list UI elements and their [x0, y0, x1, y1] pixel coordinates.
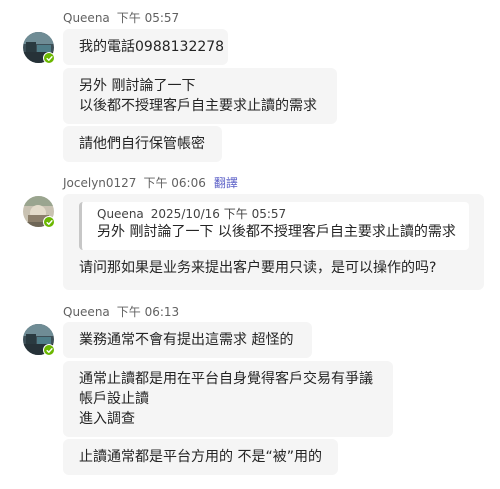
message-text: 止讀通常都是平台方用的 不是“被”用的	[79, 449, 322, 465]
presence-available-icon	[43, 216, 55, 228]
message-text: 業務通常不會有提出這需求 超怪的	[79, 332, 294, 348]
quoted-message-header: Queena 2025/10/16 下午 05:57	[97, 206, 461, 222]
message-bubble[interactable]: 我的電話0988132278	[63, 29, 228, 65]
author-name: Queena	[63, 11, 110, 25]
message-header: Queena 下午 05:57	[63, 10, 179, 26]
message-header: Queena 下午 06:13	[63, 304, 179, 320]
quoted-author: Queena	[97, 207, 144, 221]
message-text: 請他們自行保管帳密	[79, 136, 205, 152]
translate-link[interactable]: 翻譯	[214, 176, 238, 190]
message-text: 我的電話0988132278	[79, 39, 225, 55]
presence-available-icon	[43, 344, 55, 356]
author-name: Jocelyn0127	[63, 176, 137, 190]
message-header: Jocelyn0127 下午 06:06 翻譯	[63, 175, 238, 191]
message-bubble[interactable]: 請他們自行保管帳密	[63, 126, 222, 162]
quoted-datetime: 2025/10/16 下午 05:57	[150, 207, 287, 221]
quoted-text: 另外 剛討論了一下 以後都不授理客戶自主要求止讀的需求	[97, 224, 456, 240]
message-text: 進入調查	[79, 411, 135, 427]
message-text: 帳戶設止讀	[79, 391, 149, 407]
presence-available-icon	[43, 52, 55, 64]
avatar[interactable]	[23, 196, 55, 228]
message-time: 下午 05:57	[116, 11, 180, 25]
message-bubble[interactable]: 通常止讀都是用在平台自身覺得客戶交易有爭議 帳戶設止讀 進入調查	[63, 361, 393, 437]
message-text: 请问那如果是业务来提出客户要用只读，是可以操作的吗?	[79, 260, 437, 276]
quoted-message[interactable]: Queena 2025/10/16 下午 05:57 另外 剛討論了一下 以後都不…	[79, 202, 469, 250]
message-time: 下午 06:13	[116, 305, 180, 319]
message-bubble[interactable]: Queena 2025/10/16 下午 05:57 另外 剛討論了一下 以後都不…	[63, 194, 484, 290]
message-text: 另外 剛討論了一下	[79, 78, 196, 94]
author-name: Queena	[63, 305, 110, 319]
message-bubble[interactable]: 止讀通常都是平台方用的 不是“被”用的	[63, 439, 338, 475]
message-text: 以後都不授理客戶自主要求止讀的需求	[79, 98, 317, 114]
message-time: 下午 06:06	[143, 176, 206, 190]
avatar[interactable]	[23, 324, 55, 356]
message-text: 通常止讀都是用在平台自身覺得客戶交易有爭議	[79, 371, 373, 387]
message-bubble[interactable]: 另外 剛討論了一下 以後都不授理客戶自主要求止讀的需求	[63, 68, 337, 124]
message-bubble[interactable]: 業務通常不會有提出這需求 超怪的	[63, 322, 312, 358]
avatar[interactable]	[23, 32, 55, 64]
